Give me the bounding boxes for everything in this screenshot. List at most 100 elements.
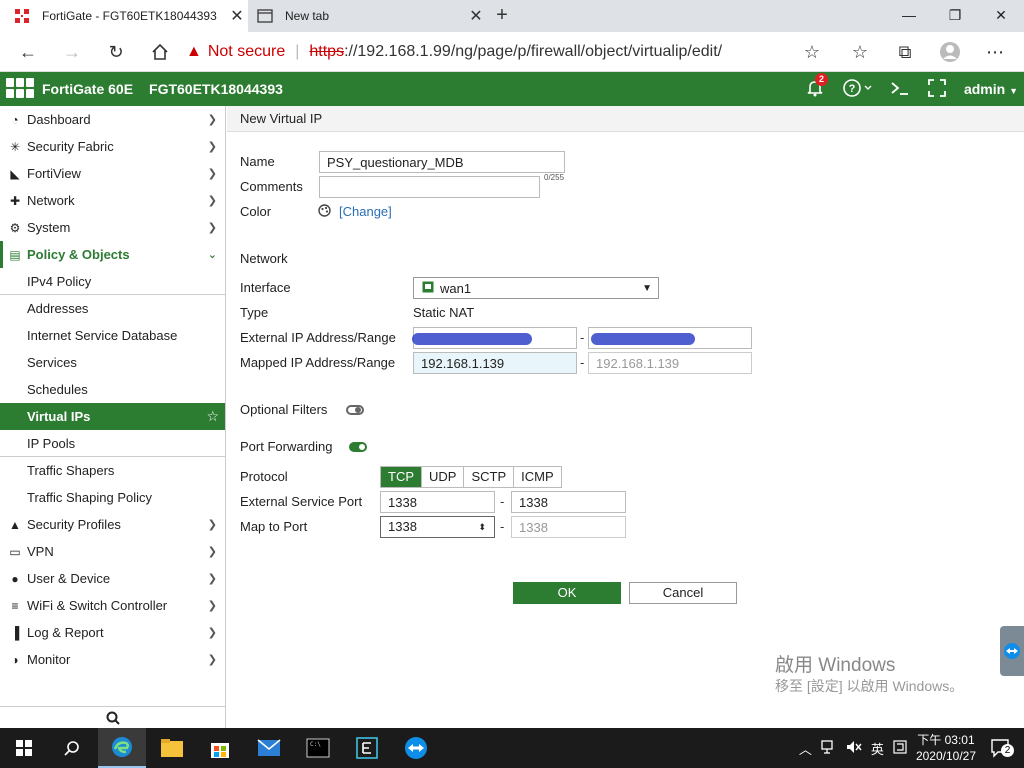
optional-filters-toggle[interactable] [346, 405, 364, 415]
ok-button[interactable]: OK [513, 582, 621, 604]
edge-browser-icon[interactable] [98, 728, 146, 768]
stepper-arrows-icon[interactable]: ⬍ [478, 517, 486, 537]
mail-icon[interactable] [245, 728, 293, 768]
home-icon[interactable] [146, 38, 174, 66]
address-bar[interactable]: ▲ Not secure | https ://192.168.1.99/ng/… [186, 37, 826, 67]
sidebar-item-wifi-switch[interactable]: ≡ WiFi & Switch Controller ❯ [0, 592, 225, 619]
redaction-mark [591, 333, 695, 345]
tab-new-tab[interactable]: New tab ✕ [249, 0, 487, 32]
sidebar-sub-schedules[interactable]: Schedules [0, 376, 225, 403]
protocol-icmp[interactable]: ICMP [514, 467, 561, 487]
color-change-link[interactable]: [Change] [339, 204, 392, 219]
clock[interactable]: 下午 03:01 2020/10/27 [916, 732, 976, 764]
favorite-star-icon[interactable]: ☆ [206, 408, 219, 425]
external-port-end-input[interactable] [511, 491, 626, 513]
sidebar-item-fortiview[interactable]: ◣ FortiView ❯ [0, 160, 225, 187]
protocol-tcp[interactable]: TCP [381, 467, 422, 487]
sidebar-sub-internet-service-database[interactable]: Internet Service Database [0, 322, 225, 349]
favorite-star-icon[interactable]: ☆ [798, 38, 826, 66]
mapped-ip-end-input[interactable] [588, 352, 752, 374]
maximize-icon[interactable]: ❐ [932, 0, 978, 32]
sidebar-item-network[interactable]: ✚ Network ❯ [0, 187, 225, 214]
sidebar-sub-services[interactable]: Services [0, 349, 225, 376]
collections-icon[interactable]: ⧉ [891, 38, 919, 66]
file-explorer-icon[interactable] [148, 728, 196, 768]
external-ip-end-input[interactable] [588, 327, 752, 349]
external-ip-start-input[interactable] [412, 327, 577, 349]
page-title: New Virtual IP [227, 106, 1024, 132]
favorites-icon[interactable]: ☆ [846, 38, 874, 66]
interface-dropdown[interactable]: wan1 ▼ [413, 277, 659, 299]
sidebar-sub-ipv4-policy[interactable]: IPv4 Policy [0, 268, 225, 295]
sidebar-item-security-profiles[interactable]: ▲ Security Profiles ❯ [0, 511, 225, 538]
main-content: New Virtual IP Name Comments 0/255 Color… [227, 106, 1024, 728]
search-icon[interactable] [48, 728, 96, 768]
profile-avatar[interactable] [936, 38, 964, 66]
fullscreen-icon[interactable] [928, 78, 946, 100]
new-tab-button[interactable]: + [490, 4, 514, 28]
sidebar-item-dashboard[interactable]: ◔ Dashboard ❯ [0, 106, 225, 133]
mapped-ip-start-input[interactable] [413, 352, 577, 374]
store-icon[interactable] [196, 728, 244, 768]
sidebar-item-monitor[interactable]: ◑ Monitor ❯ [0, 646, 225, 673]
bar-chart-icon: ▐ [10, 625, 20, 640]
tab-fortigate[interactable]: FortiGate - FGT60ETK18044393 ✕ [0, 0, 248, 32]
sidebar-sub-traffic-shaping-policy[interactable]: Traffic Shaping Policy [0, 484, 225, 511]
chevron-right-icon: ❯ [207, 114, 217, 126]
name-input[interactable] [319, 151, 565, 173]
terminal-icon[interactable]: C:\ [294, 728, 342, 768]
back-icon[interactable]: ← [14, 38, 42, 66]
ime-mode-icon[interactable] [893, 739, 907, 757]
fortinet-favicon-icon [14, 8, 30, 24]
warning-icon: ▲ [186, 43, 202, 60]
user-menu[interactable]: admin ▼ [964, 81, 1018, 97]
sidebar-item-security-fabric[interactable]: ✳ Security Fabric ❯ [0, 133, 225, 160]
sidebar-item-system[interactable]: ⚙ System ❯ [0, 214, 225, 241]
sidebar: ◔ Dashboard ❯ ✳ Security Fabric ❯ ◣ FortiView… [0, 106, 226, 728]
chevron-up-icon[interactable]: ︿ [799, 739, 812, 758]
map-port-start-stepper[interactable]: 1338 ⬍ [380, 516, 495, 538]
refresh-icon[interactable]: ↻ [102, 38, 130, 66]
document-icon: ▤ [9, 247, 21, 262]
teamviewer-icon[interactable] [392, 728, 440, 768]
port-forwarding-toggle[interactable] [349, 442, 367, 452]
map-to-port-label: Map to Port [240, 519, 308, 534]
close-tab-icon[interactable]: ✕ [226, 6, 248, 26]
sidebar-sub-virtual-ips[interactable]: Virtual IPs ☆ [0, 403, 225, 430]
action-center-icon[interactable]: 2 [990, 738, 1014, 758]
protocol-udp[interactable]: UDP [422, 467, 465, 487]
network-tray-icon[interactable] [821, 739, 837, 757]
sidebar-sub-ip-pools[interactable]: IP Pools [0, 430, 225, 457]
cancel-button[interactable]: Cancel [629, 582, 737, 604]
notifications-bell-icon[interactable]: 2 [806, 72, 828, 100]
teamviewer-side-tab[interactable] [1000, 626, 1024, 676]
fortigate-header: FortiGate 60E FGT60ETK18044393 2 ? admin… [0, 72, 1024, 106]
close-window-icon[interactable]: ✕ [978, 0, 1024, 32]
more-menu-icon[interactable]: ⋯ [981, 38, 1009, 66]
name-label: Name [240, 154, 275, 169]
sidebar-item-user-device[interactable]: ● User & Device ❯ [0, 565, 225, 592]
protocol-sctp[interactable]: SCTP [464, 467, 515, 487]
sidebar-item-policy-objects[interactable]: ▤ Policy & Objects ⌄ [0, 241, 225, 268]
map-port-end-input[interactable] [511, 516, 626, 538]
app-icon[interactable] [343, 728, 391, 768]
sidebar-item-log-report[interactable]: ▐ Log & Report ❯ [0, 619, 225, 646]
help-icon[interactable]: ? [842, 78, 872, 101]
svg-text:C:\: C:\ [310, 741, 321, 748]
device-serial[interactable]: FGT60ETK18044393 [149, 81, 283, 97]
minimize-icon[interactable]: — [886, 0, 932, 32]
external-port-start-input[interactable] [380, 491, 495, 513]
comments-textarea[interactable] [319, 176, 540, 198]
sidebar-sub-traffic-shapers[interactable]: Traffic Shapers [0, 457, 225, 484]
forward-icon[interactable]: → [58, 38, 86, 66]
sidebar-item-vpn[interactable]: ▭ VPN ❯ [0, 538, 225, 565]
port-icon [422, 281, 434, 296]
ime-indicator[interactable]: 英 [871, 739, 884, 758]
url-text: ://192.168.1.99/ng/page/p/firewall/objec… [344, 43, 723, 60]
windows-start-icon[interactable] [0, 728, 48, 768]
sidebar-search-button[interactable] [0, 706, 226, 728]
sidebar-sub-addresses[interactable]: Addresses [0, 295, 225, 322]
close-tab-icon[interactable]: ✕ [465, 6, 487, 26]
volume-muted-icon[interactable] [846, 740, 862, 757]
cli-console-icon[interactable] [890, 80, 910, 99]
